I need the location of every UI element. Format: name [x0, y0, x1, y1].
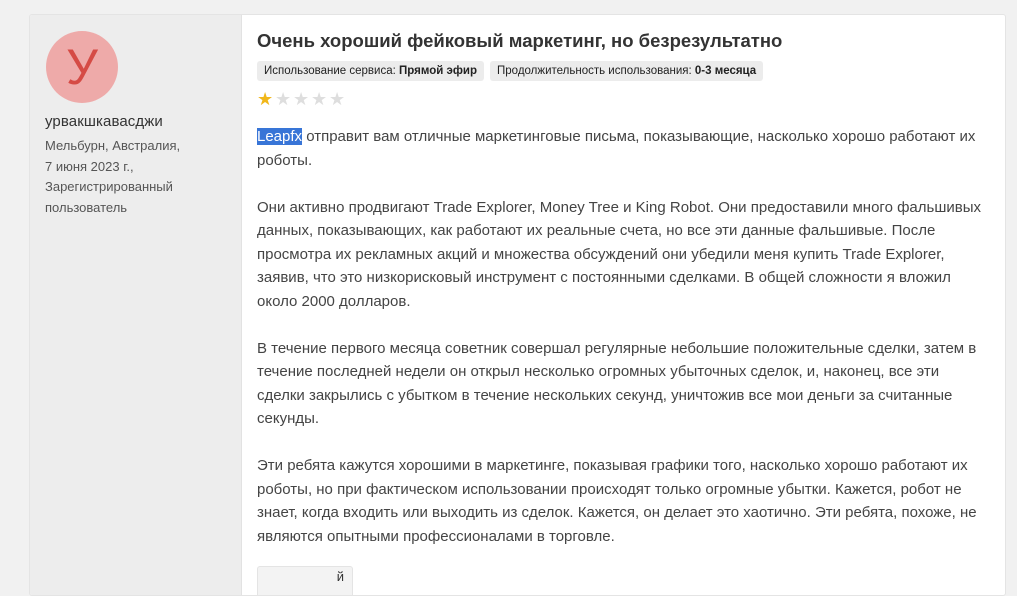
- review-paragraph: Они активно продвигают Trade Explorer, M…: [257, 198, 981, 310]
- tag-usage-duration: Продолжительность использования: 0-3 мес…: [490, 61, 764, 81]
- reviewer-location: Мельбурн, Австралия,: [45, 138, 181, 153]
- review-body: Leapfx отправит вам отличные маркетингов…: [257, 125, 987, 572]
- tag-value: Прямой эфир: [399, 65, 478, 77]
- review-title: Очень хороший фейковый маркетинг, но без…: [257, 30, 783, 51]
- partial-button[interactable]: й: [257, 566, 353, 595]
- reviewer-sidebar: У урвакшкавасджи Мельбурн, Австралия, 7 …: [30, 15, 242, 595]
- review-tags: Использование сервиса: Прямой эфир Продо…: [257, 61, 764, 81]
- review-date: 7 июня 2023 г.,: [45, 158, 134, 174]
- tag-value: 0-3 месяца: [694, 65, 757, 77]
- tag-label: Использование сервиса:: [264, 65, 396, 77]
- star-empty-icon: ★: [275, 89, 292, 109]
- tag-service-usage: Использование сервиса: Прямой эфир: [257, 61, 485, 81]
- reviewer-status: Зарегистрированный пользователь: [45, 179, 173, 215]
- review-paragraph: Эти ребята кажутся хорошими в маркетинге…: [257, 457, 977, 545]
- reviewer-name[interactable]: урвакшкавасджи: [45, 113, 163, 130]
- review-paragraph: Leapfx отправит вам отличные маркетингов…: [257, 125, 987, 172]
- star-empty-icon: ★: [311, 89, 328, 109]
- star-empty-icon: ★: [293, 89, 310, 109]
- reviewer-meta: Мельбурн, Австралия, 7 июня 2023 г., Зар…: [45, 136, 235, 218]
- review-paragraph: В течение первого месяца советник соверш…: [257, 339, 977, 428]
- star-empty-icon: ★: [329, 89, 346, 109]
- tag-label: Продолжительность использования:: [497, 65, 692, 77]
- selected-text[interactable]: Leapfx: [257, 128, 303, 145]
- paragraph-text: отправит вам отличные маркетинговые пись…: [257, 128, 976, 169]
- avatar: У: [46, 31, 118, 103]
- star-filled-icon: ★: [257, 89, 274, 109]
- review-card: У урвакшкавасджи Мельбурн, Австралия, 7 …: [29, 14, 1006, 596]
- star-rating: ★ ★ ★ ★ ★: [257, 90, 346, 108]
